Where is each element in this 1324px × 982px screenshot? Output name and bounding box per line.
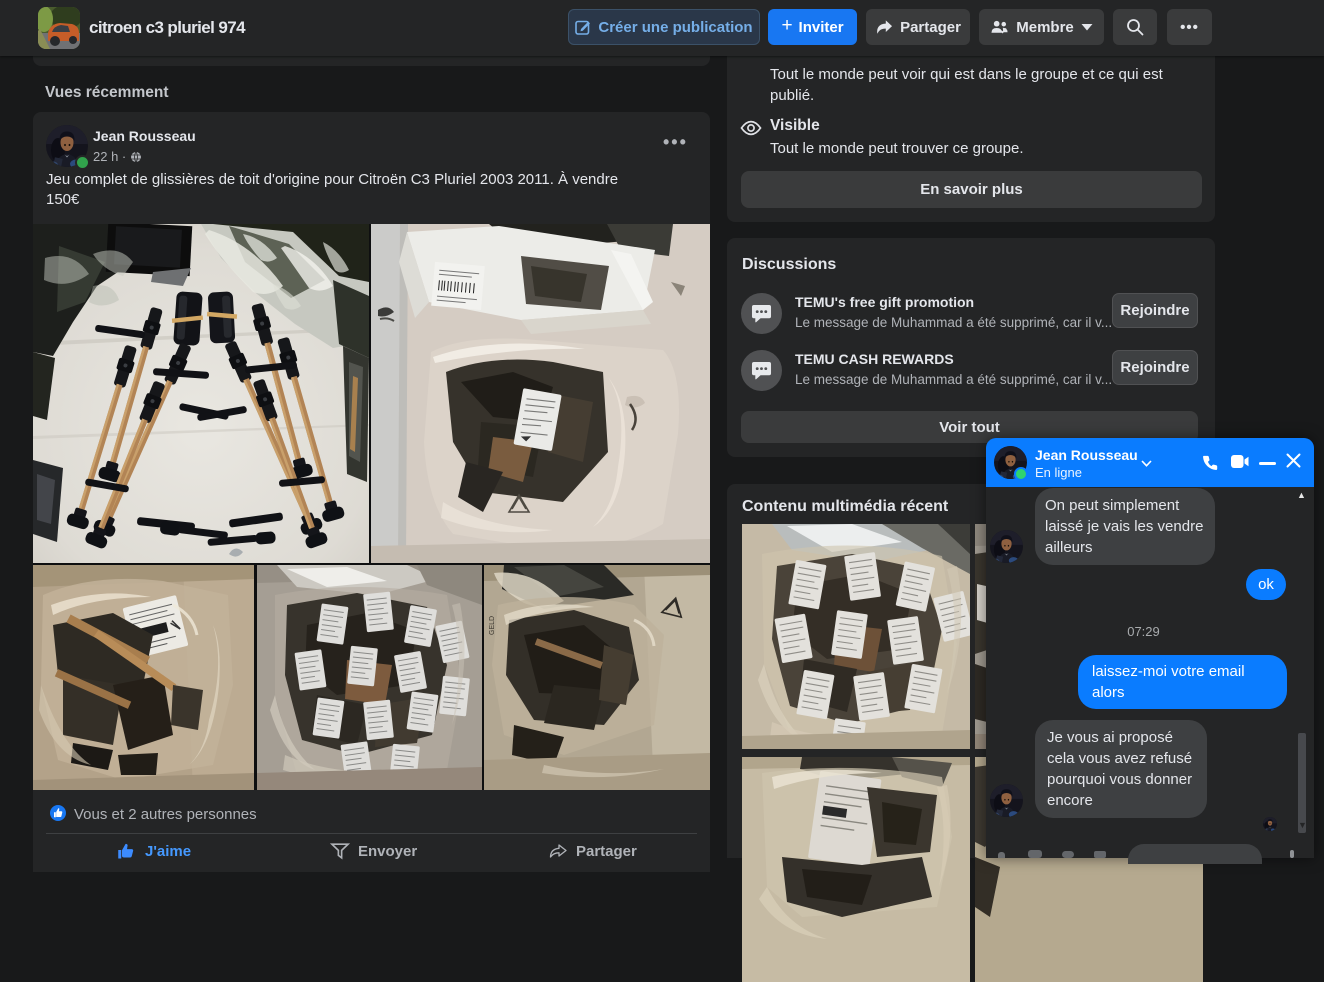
svg-text:GELD: GELD <box>489 616 496 635</box>
